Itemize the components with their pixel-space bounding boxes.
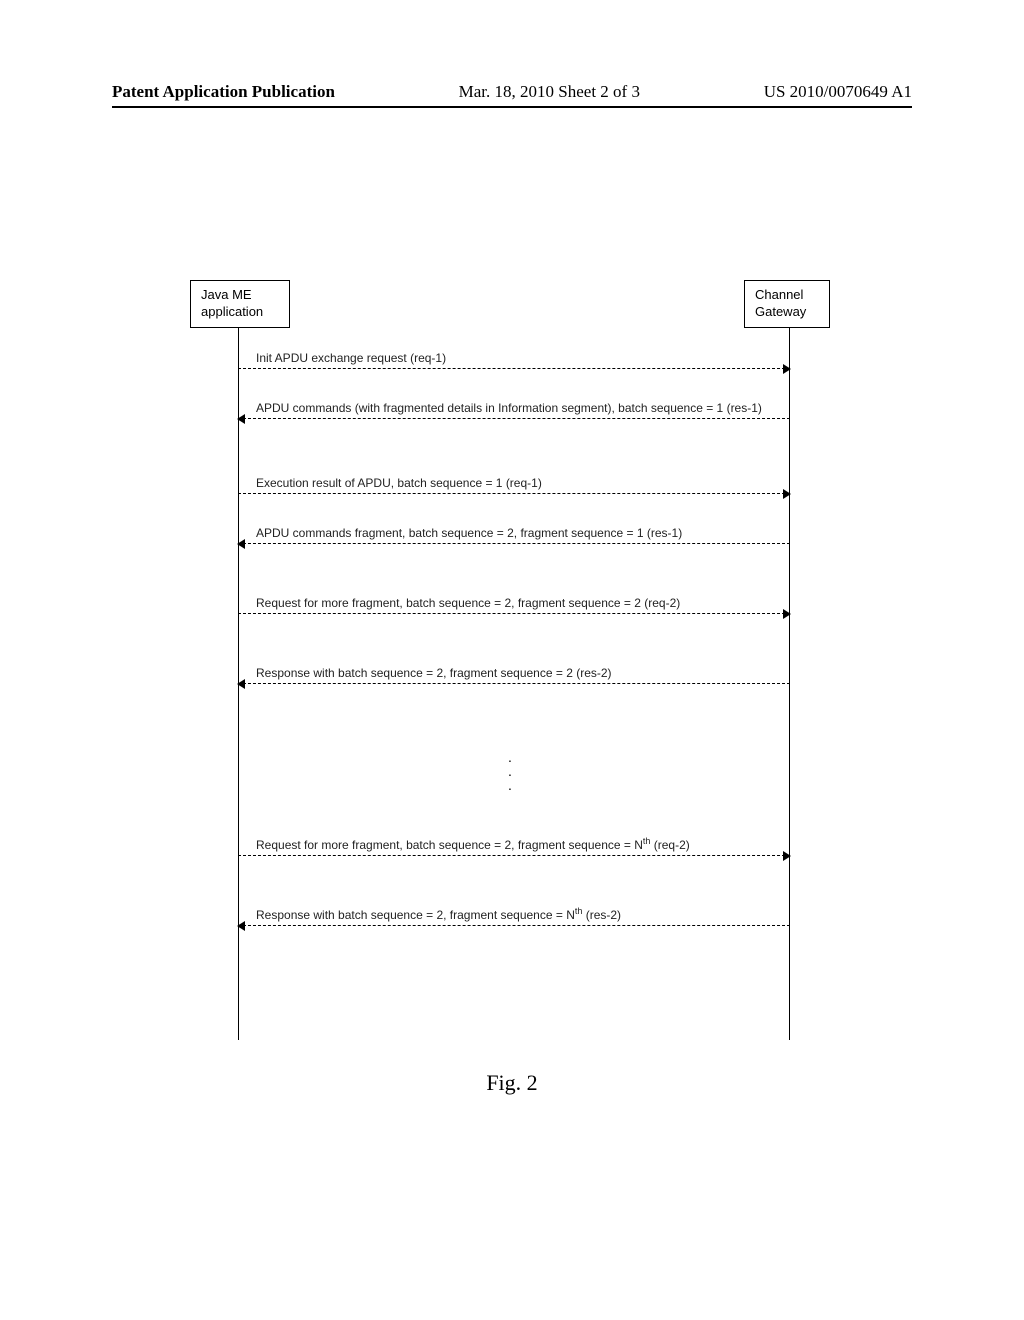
message-0: Init APDU exchange request (req-1) xyxy=(238,350,790,369)
ellipsis-dots: ... xyxy=(190,750,830,792)
arrow-right-icon xyxy=(783,609,791,619)
message-label: Request for more fragment, batch sequenc… xyxy=(238,835,790,855)
message-label: Response with batch sequence = 2, fragme… xyxy=(238,665,790,683)
message-arrow xyxy=(238,925,790,926)
actor-left-box: Java MEapplication xyxy=(190,280,290,328)
message-arrow xyxy=(238,368,790,369)
message-arrow xyxy=(238,493,790,494)
message-4: Request for more fragment, batch sequenc… xyxy=(238,595,790,614)
message-6: Request for more fragment, batch sequenc… xyxy=(238,835,790,856)
arrow-left-icon xyxy=(237,679,245,689)
message-arrow xyxy=(238,543,790,544)
message-7: Response with batch sequence = 2, fragme… xyxy=(238,905,790,926)
arrow-right-icon xyxy=(783,364,791,374)
arrow-right-icon xyxy=(783,851,791,861)
arrow-left-icon xyxy=(237,414,245,424)
figure-label: Fig. 2 xyxy=(0,1070,1024,1096)
sequence-diagram: Java MEapplication ChannelGateway Init A… xyxy=(190,280,830,1040)
message-arrow xyxy=(238,855,790,856)
message-3: APDU commands fragment, batch sequence =… xyxy=(238,525,790,544)
message-label: Init APDU exchange request (req-1) xyxy=(238,350,790,368)
arrow-right-icon xyxy=(783,489,791,499)
message-label: Response with batch sequence = 2, fragme… xyxy=(238,905,790,925)
message-arrow xyxy=(238,613,790,614)
page-header: Patent Application Publication Mar. 18, … xyxy=(112,82,912,108)
message-2: Execution result of APDU, batch sequence… xyxy=(238,475,790,494)
message-label: Request for more fragment, batch sequenc… xyxy=(238,595,790,613)
message-label: APDU commands fragment, batch sequence =… xyxy=(238,525,790,543)
arrow-left-icon xyxy=(237,921,245,931)
message-label: APDU commands (with fragmented details i… xyxy=(238,400,790,418)
message-1: APDU commands (with fragmented details i… xyxy=(238,400,790,419)
message-arrow xyxy=(238,683,790,684)
message-5: Response with batch sequence = 2, fragme… xyxy=(238,665,790,684)
message-arrow xyxy=(238,418,790,419)
actor-right-box: ChannelGateway xyxy=(744,280,830,328)
arrow-left-icon xyxy=(237,539,245,549)
actor-right-label: ChannelGateway xyxy=(755,287,806,319)
message-label: Execution result of APDU, batch sequence… xyxy=(238,475,790,493)
header-center: Mar. 18, 2010 Sheet 2 of 3 xyxy=(459,82,640,102)
header-left: Patent Application Publication xyxy=(112,82,335,102)
header-right: US 2010/0070649 A1 xyxy=(764,82,912,102)
actor-left-label: Java MEapplication xyxy=(201,287,263,319)
